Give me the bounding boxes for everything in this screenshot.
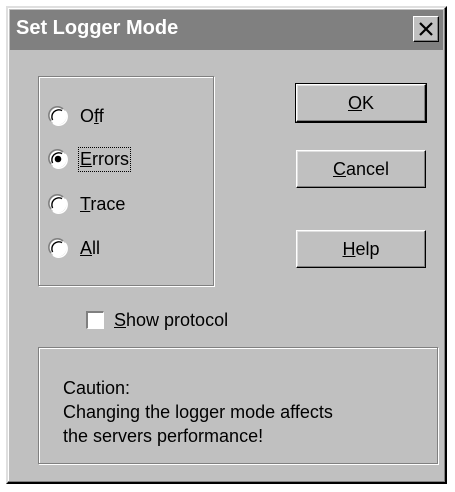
radio-off[interactable]: Off bbox=[48, 102, 104, 130]
radio-errors-label: Errors bbox=[77, 146, 132, 172]
cancel-button-label: Cancel bbox=[332, 158, 390, 179]
help-button-label: Help bbox=[342, 238, 380, 259]
ok-button[interactable]: OK bbox=[295, 83, 427, 123]
show-protocol-checkbox[interactable]: Show protocol bbox=[86, 306, 228, 334]
radio-button-icon bbox=[48, 106, 68, 126]
radio-button-icon bbox=[48, 149, 68, 169]
radio-trace-label: Trace bbox=[80, 193, 126, 214]
radio-button-icon bbox=[48, 194, 68, 214]
logger-mode-dialog: Set Logger Mode Off Errors Trace All OK … bbox=[6, 6, 447, 484]
radio-button-icon bbox=[48, 238, 68, 258]
title-bar[interactable]: Set Logger Mode bbox=[10, 10, 443, 50]
caution-line-2: Changing the logger mode affects bbox=[63, 402, 333, 422]
show-protocol-label: Show protocol bbox=[114, 309, 229, 330]
ok-button-label: OK bbox=[347, 92, 375, 113]
cancel-button[interactable]: Cancel bbox=[296, 150, 426, 188]
checkbox-icon[interactable] bbox=[86, 311, 104, 329]
radio-all-label: All bbox=[80, 237, 101, 258]
dialog-title: Set Logger Mode bbox=[16, 17, 179, 39]
caution-text: Caution: Changing the logger mode affect… bbox=[63, 376, 333, 448]
close-button[interactable] bbox=[413, 16, 439, 42]
caution-panel: Caution: Changing the logger mode affect… bbox=[38, 347, 438, 464]
caution-heading: Caution: bbox=[63, 378, 131, 398]
radio-all[interactable]: All bbox=[48, 234, 100, 262]
radio-errors[interactable]: Errors bbox=[48, 145, 132, 173]
radio-selected-dot bbox=[54, 155, 62, 163]
caution-line-3: the servers performance! bbox=[63, 426, 264, 446]
radio-trace[interactable]: Trace bbox=[48, 190, 125, 218]
radio-off-label: Off bbox=[80, 105, 104, 126]
help-button[interactable]: Help bbox=[296, 230, 426, 268]
close-x-icon bbox=[419, 22, 433, 36]
